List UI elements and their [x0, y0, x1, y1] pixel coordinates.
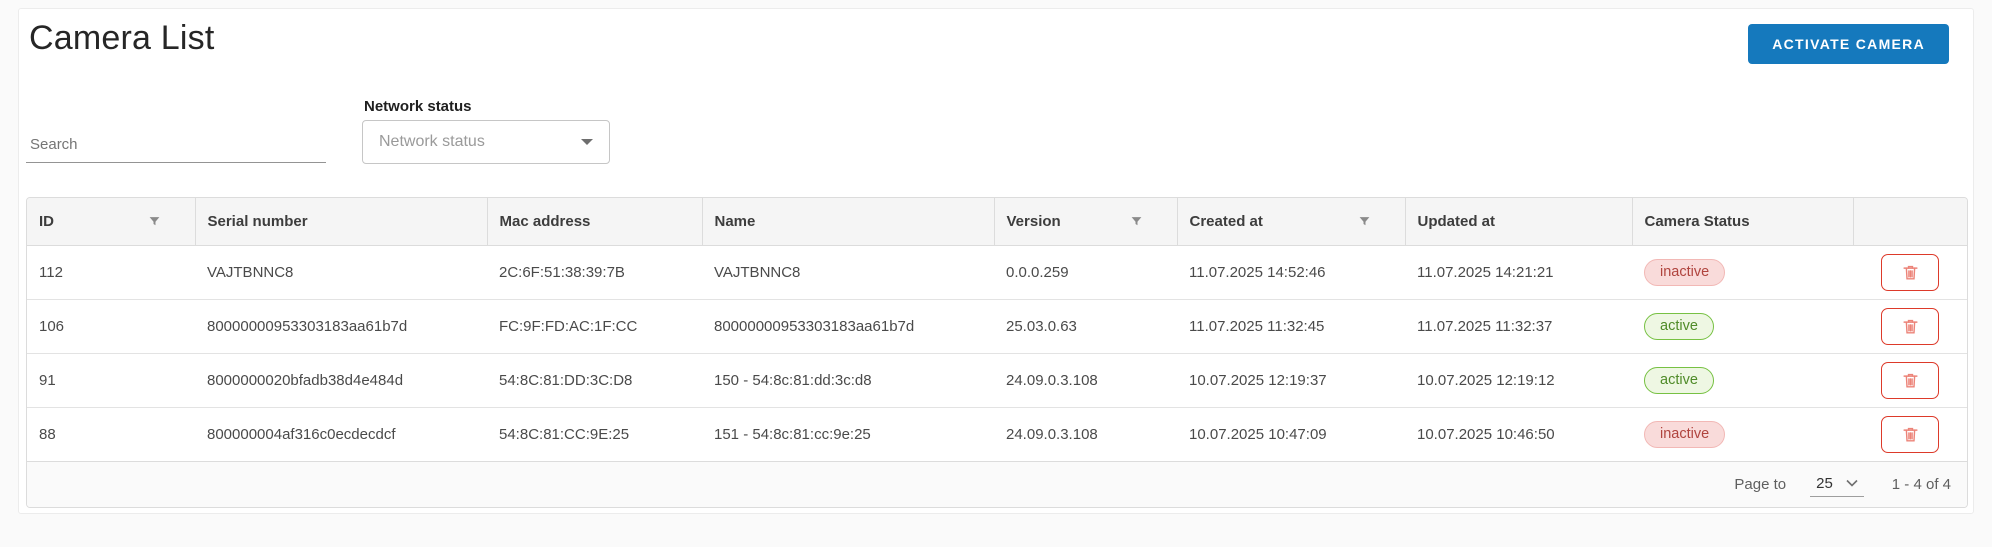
column-header-updated-at: Updated at: [1404, 198, 1632, 246]
cell-id: 112: [39, 263, 63, 281]
delete-camera-button[interactable]: [1881, 307, 1939, 345]
status-badge: active: [1644, 312, 1714, 340]
cell-actions: [1853, 298, 1967, 353]
table-row: 112 VAJTBNNC8 2C:6F:51:38:39:7B VAJTBNNC…: [27, 245, 1967, 299]
cell-version: 25.03.0.63: [994, 298, 1177, 353]
cell-mac-address: 54:8C:81:CC:9E:25: [487, 406, 702, 461]
cell-version: 0.0.0.259: [1006, 263, 1069, 281]
cell-camera-status: active: [1632, 352, 1853, 407]
network-status-select[interactable]: Network status: [362, 120, 610, 164]
table-row: 88 800000004af316c0ecdecdcf 54:8C:81:CC:…: [27, 406, 1967, 461]
column-header-camera-status: Camera Status: [1631, 198, 1853, 246]
filter-funnel-icon[interactable]: [1130, 215, 1143, 228]
page-to-label: Page to: [1734, 475, 1787, 493]
cell-created-at: 10.07.2025 10:47:09: [1177, 406, 1405, 461]
status-badge: inactive: [1644, 420, 1726, 448]
cell-camera-status: inactive: [1632, 245, 1853, 299]
cell-name: 150 - 54:8c:81:dd:3c:d8: [702, 352, 994, 407]
column-header-name: Name: [701, 198, 994, 246]
cell-created-at: 11.07.2025 11:32:45: [1177, 298, 1405, 353]
cell-updated-at: 11.07.2025 11:32:37: [1405, 298, 1632, 353]
cell-serial-number: 8000000020bfadb38d4e484d: [195, 352, 487, 407]
delete-camera-button[interactable]: [1881, 415, 1939, 453]
cell-serial-number: 80000000953303183aa61b7d: [195, 298, 487, 353]
chevron-down-icon: [1846, 480, 1858, 487]
camera-list-card: Camera List ACTIVATE CAMERA Network stat…: [18, 8, 1974, 514]
network-status-placeholder: Network status: [379, 133, 485, 150]
table-header: ID Serial number Mac address Name Versio…: [27, 198, 1967, 246]
filter-funnel-icon[interactable]: [148, 215, 161, 228]
table-body: 112 VAJTBNNC8 2C:6F:51:38:39:7B VAJTBNNC…: [27, 245, 1967, 461]
page-size-value: 25: [1816, 474, 1833, 492]
column-header-mac-address: Mac address: [486, 198, 702, 246]
cell-actions: [1853, 352, 1967, 407]
cell-name: 151 - 54:8c:81:cc:9e:25: [702, 406, 994, 461]
cell-name: 80000000953303183aa61b7d: [702, 298, 994, 353]
column-header-serial-number: Serial number: [194, 198, 487, 246]
activate-camera-button[interactable]: ACTIVATE CAMERA: [1748, 24, 1949, 64]
trash-icon: [1902, 373, 1918, 388]
cell-mac-address: 2C:6F:51:38:39:7B: [499, 263, 625, 281]
cell-updated-at: 10.07.2025 12:19:12: [1405, 352, 1632, 407]
network-status-label: Network status: [364, 98, 472, 115]
column-header-actions: [1852, 198, 1967, 246]
cell-camera-status: inactive: [1632, 406, 1853, 461]
cell-serial-number: 800000004af316c0ecdecdcf: [195, 406, 487, 461]
cell-version: 24.09.0.3.108: [994, 406, 1177, 461]
cell-actions: [1853, 406, 1967, 461]
table-footer: Page to 25 1 - 4 of 4: [27, 460, 1967, 507]
search-input[interactable]: [26, 127, 326, 163]
column-label: Camera Status: [1644, 212, 1750, 230]
trash-icon: [1902, 427, 1918, 442]
column-label: Mac address: [499, 212, 591, 230]
column-label: Updated at: [1417, 212, 1496, 230]
search-field: [26, 127, 326, 163]
cell-name: VAJTBNNC8: [714, 263, 801, 281]
page-title: Camera List: [29, 19, 215, 57]
column-label: Version: [1006, 212, 1061, 230]
cell-created-at: 11.07.2025 14:52:46: [1189, 263, 1326, 281]
filter-funnel-icon[interactable]: [1358, 215, 1371, 228]
cell-created-at: 10.07.2025 12:19:37: [1177, 352, 1405, 407]
status-badge: active: [1644, 366, 1714, 394]
delete-camera-button[interactable]: [1881, 361, 1939, 399]
cell-version: 24.09.0.3.108: [994, 352, 1177, 407]
column-header-version: Version: [993, 198, 1177, 246]
camera-table: ID Serial number Mac address Name Versio…: [26, 197, 1968, 508]
page-size-select[interactable]: 25: [1810, 472, 1864, 497]
column-label: Created at: [1189, 212, 1263, 230]
cell-camera-status: active: [1632, 298, 1853, 353]
column-label: Name: [714, 212, 756, 230]
table-row: 106 80000000953303183aa61b7d FC:9F:FD:AC…: [27, 298, 1967, 353]
column-header-id: ID: [27, 198, 195, 246]
column-header-created-at: Created at: [1176, 198, 1405, 246]
table-row: 91 8000000020bfadb38d4e484d 54:8C:81:DD:…: [27, 352, 1967, 407]
cell-updated-at: 10.07.2025 10:46:50: [1405, 406, 1632, 461]
trash-icon: [1902, 319, 1918, 334]
cell-mac-address: FC:9F:FD:AC:1F:CC: [487, 298, 702, 353]
delete-camera-button[interactable]: [1881, 253, 1939, 291]
cell-mac-address: 54:8C:81:DD:3C:D8: [487, 352, 702, 407]
cell-serial-number: VAJTBNNC8: [207, 263, 294, 281]
cell-id: 91: [27, 352, 195, 407]
trash-icon: [1902, 265, 1918, 280]
caret-down-icon: [581, 139, 593, 145]
column-label: Serial number: [207, 212, 308, 230]
column-label: ID: [39, 212, 54, 230]
cell-actions: [1853, 245, 1967, 299]
status-badge: inactive: [1644, 258, 1726, 286]
cell-id: 88: [27, 406, 195, 461]
pagination-range: 1 - 4 of 4: [1891, 475, 1951, 493]
cell-id: 106: [27, 298, 195, 353]
cell-updated-at: 11.07.2025 14:21:21: [1417, 263, 1554, 281]
